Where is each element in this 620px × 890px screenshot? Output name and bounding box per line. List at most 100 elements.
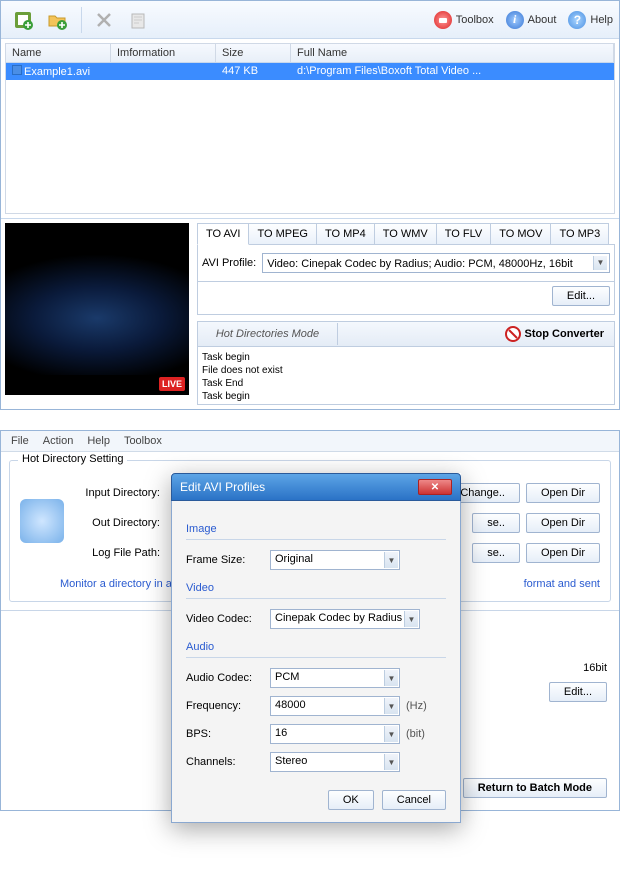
toolbox-link[interactable]: Toolbox: [434, 11, 494, 29]
main-toolbar: Toolbox i About ? Help: [1, 1, 619, 39]
vcodec-select[interactable]: Cinepak Codec by Radius▼: [270, 609, 420, 629]
table-body[interactable]: Example1.avi 447 KB d:\Program Files\Box…: [6, 63, 614, 213]
tab-mov[interactable]: TO MOV: [490, 223, 551, 244]
edit-avi-dialog: Edit AVI Profiles ✕ Image Frame Size: Or…: [171, 473, 461, 823]
video-file-icon: [12, 65, 22, 75]
menu-help[interactable]: Help: [87, 435, 110, 447]
remove-button[interactable]: [88, 5, 120, 35]
section-image: Image: [186, 519, 446, 540]
format-tabs: TO AVI TO MPEG TO MP4 TO WMV TO FLV TO M…: [197, 223, 615, 245]
dialog-title: Edit AVI Profiles: [180, 480, 265, 494]
tab-flv[interactable]: TO FLV: [436, 223, 492, 244]
log-opendir-button[interactable]: Open Dir: [526, 543, 600, 563]
section-audio: Audio: [186, 637, 446, 658]
cell-size: 447 KB: [216, 63, 291, 80]
chan-select[interactable]: Stereo▼: [270, 752, 400, 772]
freq-label: Frequency:: [186, 700, 264, 712]
bps-unit: (bit): [406, 728, 425, 740]
log-path-label: Log File Path:: [70, 547, 160, 559]
bps-label: BPS:: [186, 728, 264, 740]
vcodec-label: Video Codec:: [186, 613, 264, 625]
chevron-down-icon: ▼: [384, 552, 398, 568]
tab-mp4[interactable]: TO MP4: [316, 223, 375, 244]
cancel-button[interactable]: Cancel: [382, 790, 446, 810]
chevron-down-icon: ▼: [384, 698, 398, 714]
toolbox-icon: [434, 11, 452, 29]
edit-profile-button[interactable]: Edit...: [552, 286, 610, 306]
freq-unit: (Hz): [406, 700, 427, 712]
chan-label: Channels:: [186, 756, 264, 768]
out-browse-button[interactable]: se..: [472, 513, 520, 533]
chevron-down-icon: ▼: [404, 611, 418, 627]
preview-content: [5, 233, 189, 375]
table-header: Name Imformation Size Full Name: [6, 44, 614, 63]
log-browse-button[interactable]: se..: [472, 543, 520, 563]
profile-value: Video: Cinepak Codec by Radius; Audio: P…: [267, 258, 573, 270]
col-information[interactable]: Imformation: [111, 44, 216, 62]
tab-mp3[interactable]: TO MP3: [550, 223, 609, 244]
menu-file[interactable]: File: [11, 435, 29, 447]
tab-mpeg[interactable]: TO MPEG: [248, 223, 317, 244]
out-dir-label: Out Directory:: [70, 517, 160, 529]
framesize-label: Frame Size:: [186, 554, 264, 566]
close-icon[interactable]: ✕: [418, 479, 452, 495]
dialog-body: Image Frame Size: Original▼ Video Video …: [171, 501, 461, 823]
chevron-down-icon: ▼: [384, 754, 398, 770]
cell-fullname: d:\Program Files\Boxoft Total Video ...: [291, 63, 614, 80]
col-fullname[interactable]: Full Name: [291, 44, 614, 62]
add-folder-button[interactable]: [41, 5, 73, 35]
clear-button[interactable]: [122, 5, 154, 35]
help-icon: ?: [568, 11, 586, 29]
chevron-down-icon: ▼: [593, 256, 607, 270]
table-row[interactable]: Example1.avi 447 KB d:\Program Files\Box…: [6, 63, 614, 80]
acodec-select[interactable]: PCM▼: [270, 668, 400, 688]
menu-bar: File Action Help Toolbox: [1, 431, 619, 452]
main-window: Toolbox i About ? Help Name Imformation …: [0, 0, 620, 410]
monitor-tail: format and sent: [524, 573, 600, 591]
help-label: Help: [590, 14, 613, 26]
conversion-panel: TO AVI TO MPEG TO MP4 TO WMV TO FLV TO M…: [193, 219, 619, 409]
lower-pane: LIVE TO AVI TO MPEG TO MP4 TO WMV TO FLV…: [1, 218, 619, 409]
profile-row: AVI Profile: Video: Cinepak Codec by Rad…: [197, 245, 615, 282]
input-dir-label: Input Directory:: [70, 487, 160, 499]
about-link[interactable]: i About: [506, 11, 557, 29]
add-video-button[interactable]: [7, 5, 39, 35]
group-title: Hot Directory Setting: [18, 453, 127, 465]
chevron-down-icon: ▼: [384, 726, 398, 742]
acodec-label: Audio Codec:: [186, 672, 264, 684]
dialog-titlebar[interactable]: Edit AVI Profiles ✕: [171, 473, 461, 501]
cell-name: Example1.avi: [24, 66, 90, 78]
profile-snippet: 16bit: [583, 662, 607, 674]
edit-button-2[interactable]: Edit...: [549, 682, 607, 702]
menu-toolbox[interactable]: Toolbox: [124, 435, 162, 447]
mode-bar: Hot Directories Mode Stop Converter: [197, 321, 615, 347]
section-video: Video: [186, 578, 446, 599]
out-opendir-button[interactable]: Open Dir: [526, 513, 600, 533]
input-opendir-button[interactable]: Open Dir: [526, 483, 600, 503]
freq-select[interactable]: 48000▼: [270, 696, 400, 716]
stop-label: Stop Converter: [525, 328, 604, 340]
ok-button[interactable]: OK: [328, 790, 374, 810]
log-output[interactable]: Task begin File does not exist Task End …: [197, 347, 615, 405]
tab-avi[interactable]: TO AVI: [197, 223, 249, 245]
file-table: Name Imformation Size Full Name Example1…: [5, 43, 615, 214]
about-label: About: [528, 14, 557, 26]
tab-wmv[interactable]: TO WMV: [374, 223, 437, 244]
col-name[interactable]: Name: [6, 44, 111, 62]
chevron-down-icon: ▼: [384, 670, 398, 686]
menu-action[interactable]: Action: [43, 435, 74, 447]
col-size[interactable]: Size: [216, 44, 291, 62]
profile-select[interactable]: Video: Cinepak Codec by Radius; Audio: P…: [262, 253, 610, 273]
profile-label: AVI Profile:: [202, 257, 256, 269]
hot-directory-window: File Action Help Toolbox Hot Directory S…: [0, 430, 620, 811]
framesize-select[interactable]: Original▼: [270, 550, 400, 570]
info-icon: i: [506, 11, 524, 29]
stop-icon: [505, 326, 521, 342]
live-badge: LIVE: [159, 377, 185, 391]
bps-select[interactable]: 16▼: [270, 724, 400, 744]
return-batch-button[interactable]: Return to Batch Mode: [463, 778, 607, 798]
hot-directories-button[interactable]: Hot Directories Mode: [198, 323, 338, 345]
video-preview[interactable]: LIVE: [5, 223, 189, 395]
help-link[interactable]: ? Help: [568, 11, 613, 29]
stop-converter-button[interactable]: Stop Converter: [495, 322, 614, 346]
